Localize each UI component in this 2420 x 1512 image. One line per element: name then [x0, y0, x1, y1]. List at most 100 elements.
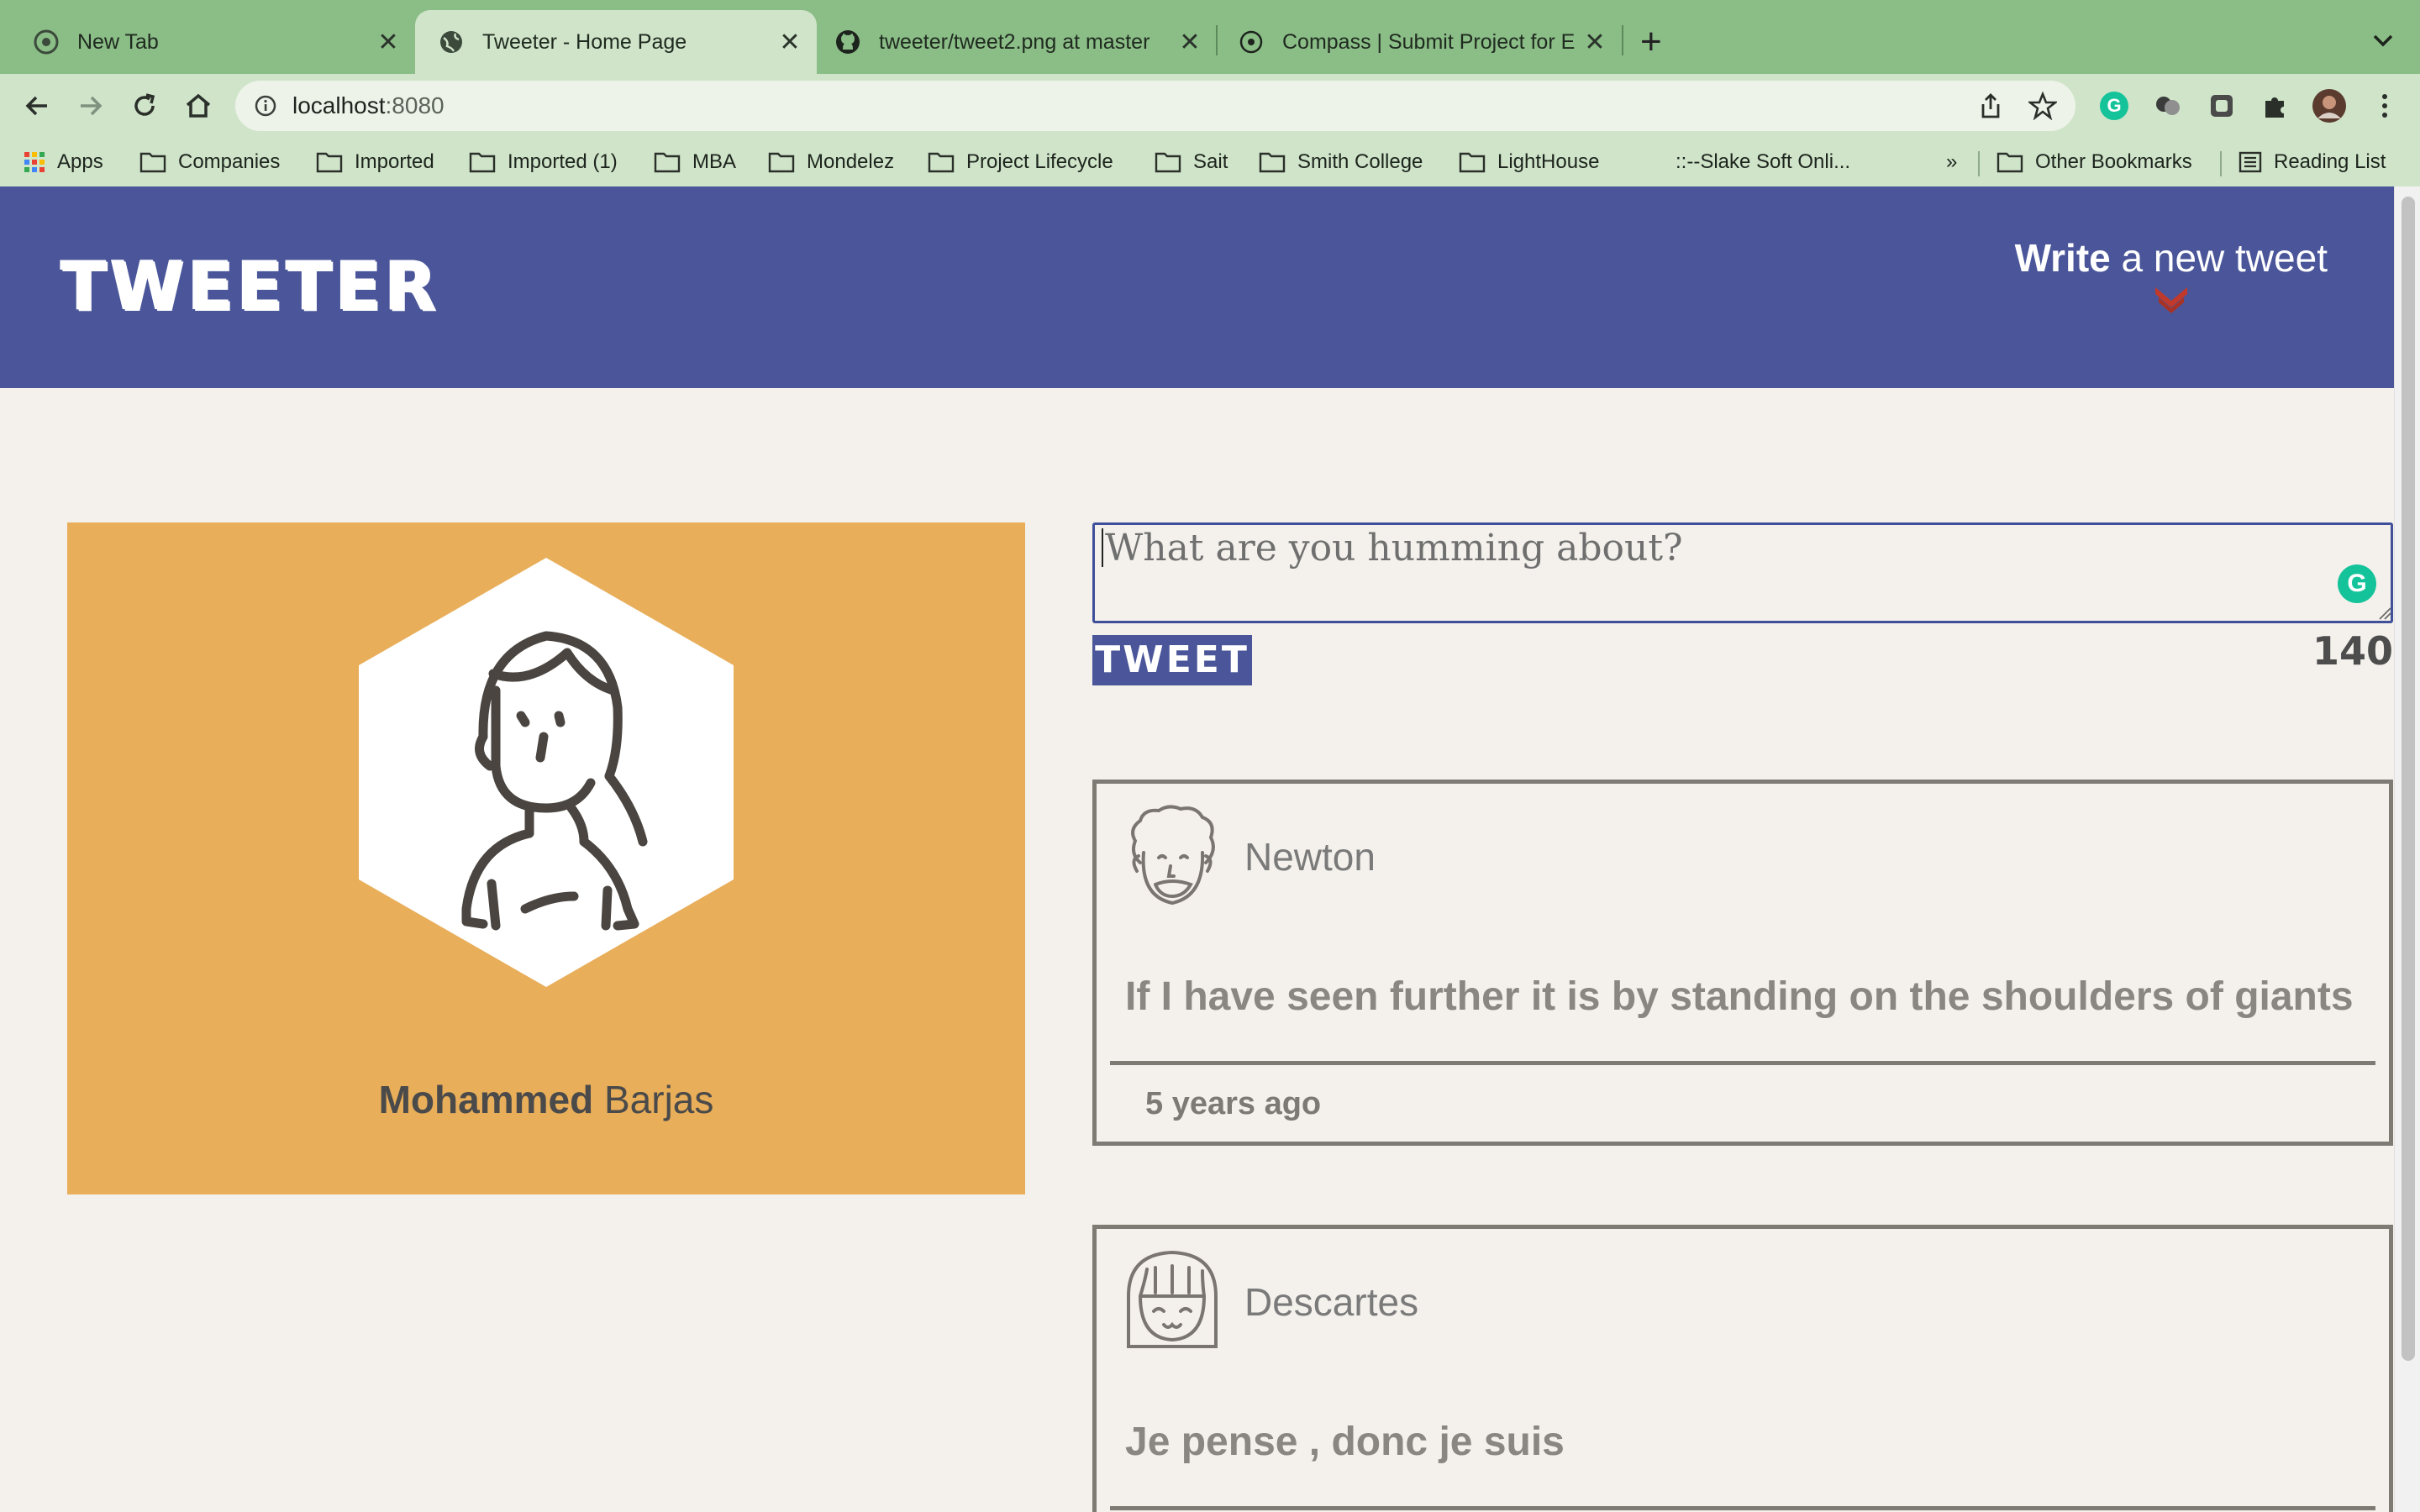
apps-grid-icon — [24, 152, 45, 172]
folder-icon — [768, 152, 795, 173]
bookmark-folder-sait[interactable]: Sait — [1155, 144, 1228, 180]
grammarly-icon: G — [2100, 92, 2128, 120]
bookmark-label: Mondelez — [807, 150, 895, 173]
textarea-resize-grip-icon[interactable] — [2378, 606, 2391, 620]
reload-button[interactable] — [124, 86, 165, 126]
github-icon — [836, 30, 860, 54]
bookmarks-overflow-button[interactable]: » — [1946, 144, 1957, 180]
globe-icon — [440, 31, 462, 53]
grammarly-extension-button[interactable]: G — [2096, 87, 2133, 124]
puzzle-piece-icon — [2265, 97, 2284, 118]
user-avatar — [359, 558, 734, 987]
tab-title: Tweeter - Home Page — [482, 29, 687, 54]
tweet-card: Newton If I have seen further it is by s… — [1092, 780, 2393, 1146]
site-info-icon[interactable] — [254, 94, 277, 118]
bookmark-slake-soft[interactable]: ::--Slake Soft Onli... — [1676, 144, 1850, 180]
tweet-author-name: Descartes — [1244, 1280, 1419, 1324]
tweet-content: If I have seen further it is by standing… — [1125, 974, 2354, 1019]
tab-title: New Tab — [77, 29, 159, 54]
site-logo[interactable]: TWEETER — [60, 247, 439, 325]
bookmark-label: LightHouse — [1497, 150, 1600, 173]
folder-icon — [139, 152, 166, 173]
clipboard-extension-icon — [2211, 95, 2233, 117]
folder-icon — [928, 152, 955, 173]
address-bar[interactable]: localhost:8080 — [235, 81, 2075, 131]
tweet-text-input[interactable]: What are you humming about? — [1092, 522, 2393, 623]
bookmark-folder-imported-1[interactable]: Imported (1) — [469, 144, 618, 180]
bookmark-label: ::--Slake Soft Onli... — [1676, 150, 1851, 173]
bookmark-star-icon[interactable] — [2028, 92, 2057, 120]
close-tab-icon[interactable]: ✕ — [773, 28, 807, 57]
bookmark-folder-lighthouse[interactable]: LightHouse — [1459, 144, 1599, 180]
folder-icon — [654, 152, 681, 173]
bookmark-folder-mba[interactable]: MBA — [654, 144, 736, 180]
folder-icon — [316, 152, 343, 173]
tweet-divider — [1110, 1061, 2375, 1065]
forward-arrow-icon — [81, 96, 103, 116]
back-arrow-icon — [25, 96, 47, 116]
tab-title: Compass | Submit Project for E — [1282, 29, 1576, 54]
tweet-submit-button[interactable]: TWEET — [1092, 635, 1252, 685]
folder-icon — [1259, 152, 1286, 173]
text-caret — [1102, 528, 1103, 567]
close-tab-icon[interactable]: ✕ — [1578, 28, 1612, 57]
bookmark-folder-smith-college[interactable]: Smith College — [1259, 144, 1423, 180]
bookmark-label: Other Bookmarks — [2035, 150, 2192, 173]
bookmark-folder-project-lifecycle[interactable]: Project Lifecycle — [928, 144, 1113, 180]
browser-tab-bar: New Tab ✕ Tweeter - Home Page ✕ tweeter/… — [0, 0, 2420, 74]
extension-button[interactable] — [2203, 87, 2240, 124]
folder-icon — [1459, 152, 1486, 173]
bookmark-label: Apps — [57, 150, 103, 173]
bookmark-label: Companies — [178, 150, 281, 173]
tab-github[interactable]: tweeter/tweet2.png at master ✕ — [817, 10, 1217, 74]
toggle-extension-icon — [2156, 97, 2180, 115]
bookmark-apps[interactable]: Apps — [24, 144, 103, 180]
bookmark-folder-mondelez[interactable]: Mondelez — [768, 144, 894, 180]
bookmark-label: Imported (1) — [508, 150, 618, 173]
home-button[interactable] — [178, 86, 218, 126]
bookmark-folder-imported[interactable]: Imported — [316, 144, 434, 180]
reload-icon — [134, 93, 155, 116]
tab-new-tab[interactable]: New Tab ✕ — [0, 10, 415, 74]
tab-title: tweeter/tweet2.png at master — [879, 29, 1150, 54]
tweet-divider — [1110, 1506, 2375, 1510]
bookmarks-divider — [1978, 151, 1980, 176]
extension-button[interactable] — [2149, 87, 2186, 124]
bookmark-label: Imported — [355, 150, 434, 173]
character-counter: 140 — [2312, 628, 2393, 674]
bookmark-other-bookmarks[interactable]: Other Bookmarks — [1996, 144, 2192, 180]
tweet-author-avatar — [1131, 805, 1215, 906]
close-tab-icon[interactable]: ✕ — [371, 28, 405, 57]
grammarly-badge-icon[interactable]: G — [2338, 564, 2376, 603]
back-button[interactable] — [17, 86, 57, 126]
tab-tweeter-home[interactable]: Tweeter - Home Page ✕ — [415, 10, 817, 74]
bookmarks-divider — [2220, 151, 2222, 176]
tab-search-chevron-icon[interactable] — [2368, 25, 2398, 55]
compass-icon — [1239, 30, 1263, 54]
tab-compass[interactable]: Compass | Submit Project for E ✕ — [1218, 10, 1622, 74]
kebab-menu-icon — [2382, 94, 2387, 118]
share-icon[interactable] — [1978, 92, 2003, 119]
forward-button[interactable] — [71, 86, 111, 126]
url-text: localhost:8080 — [292, 92, 445, 118]
tweet-author-name: Newton — [1244, 835, 1376, 879]
tweet-card: Descartes Je pense , donc je suis — [1092, 1225, 2393, 1512]
new-tab-button[interactable]: + — [1640, 18, 1662, 66]
folder-icon — [469, 152, 496, 173]
write-new-tweet-toggle[interactable]: Write a new tweet — [2015, 235, 2328, 320]
close-tab-icon[interactable]: ✕ — [1173, 28, 1207, 57]
bookmark-label: Project Lifecycle — [966, 150, 1113, 173]
bookmark-folder-companies[interactable]: Companies — [139, 144, 280, 180]
folder-icon — [1996, 152, 2023, 173]
overflow-chevron-icon: » — [1946, 150, 1958, 173]
reading-list-button[interactable]: Reading List — [2238, 144, 2386, 180]
tweet-content: Je pense , donc je suis — [1125, 1420, 1565, 1464]
site-header: TWEETER Write a new tweet — [0, 186, 2395, 388]
page-scrollbar-thumb[interactable] — [2402, 197, 2415, 1361]
browser-menu-button[interactable] — [2366, 87, 2403, 124]
profile-avatar-button[interactable] — [2311, 87, 2348, 124]
extensions-menu-button[interactable] — [2257, 87, 2294, 124]
double-chevron-down-icon[interactable] — [2150, 282, 2192, 316]
bookmark-label: MBA — [692, 150, 737, 173]
home-icon — [186, 93, 211, 118]
